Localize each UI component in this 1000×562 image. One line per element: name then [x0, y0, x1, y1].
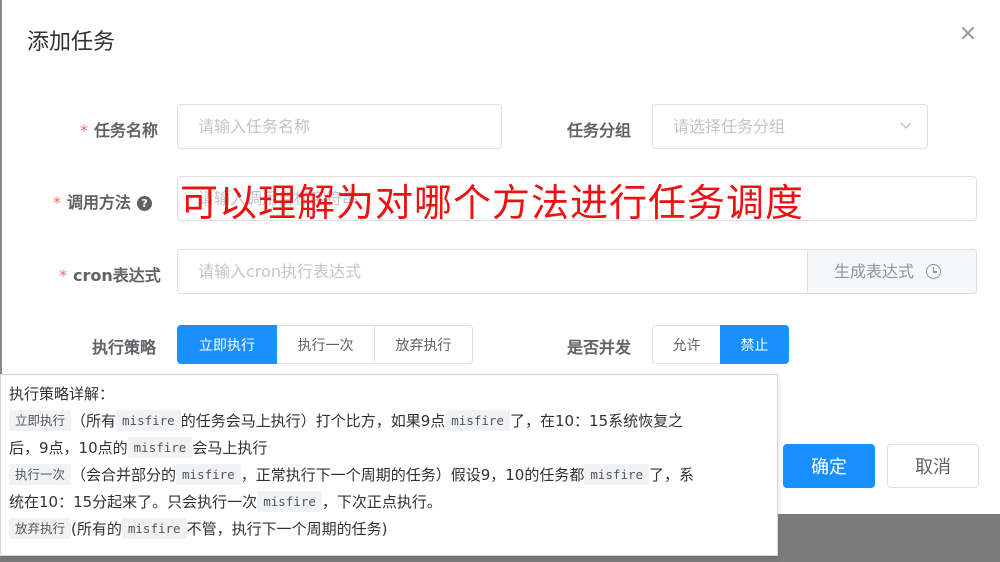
- cron-label: * cron表达式: [59, 266, 161, 285]
- task-name-placeholder: 请输入任务名称: [198, 117, 311, 136]
- generate-expression-button[interactable]: 生成表达式: [807, 250, 976, 293]
- task-name-input[interactable]: 请输入任务名称: [177, 104, 502, 149]
- task-group-placeholder: 请选择任务分组: [673, 117, 786, 136]
- tooltip-line: 放弃执行 (所有的 misfire 不管，执行下一个周期的任务): [9, 516, 769, 543]
- code-tag: misfire: [176, 464, 241, 485]
- close-icon[interactable]: ×: [956, 22, 980, 46]
- tooltip-title: 执行策略详解：: [9, 385, 115, 403]
- task-name-label: * 任务名称: [80, 121, 159, 140]
- tooltip-line: 执行一次 （会合并部分的 misfire ，正常执行下一个周期的任务）假设9，10的任…: [9, 462, 769, 489]
- invoke-method-label: * 调用方法?: [53, 189, 153, 213]
- tooltip-line: 立即执行 （所有 misfire 的任务会马上执行）打个比方，如果9点 misfire 了…: [9, 408, 769, 435]
- concurrent-group: 允许 禁止: [652, 325, 789, 364]
- chevron-down-icon: [900, 122, 912, 130]
- policy-immediate-button[interactable]: 立即执行: [177, 325, 277, 364]
- dialog-title: 添加任务: [27, 30, 116, 55]
- confirm-button[interactable]: 确定: [783, 444, 875, 488]
- misfire-policy-tooltip: 执行策略详解： 立即执行 （所有 misfire 的任务会马上执行）打个比方，如果9点…: [0, 374, 778, 556]
- required-mark: *: [80, 121, 88, 140]
- policy-once-button[interactable]: 执行一次: [276, 325, 375, 364]
- policy-abandon-button[interactable]: 放弃执行: [374, 325, 473, 364]
- code-tag: misfire: [116, 410, 181, 431]
- required-mark: *: [59, 266, 67, 285]
- misfire-policy-label: 执行策略: [92, 338, 157, 357]
- cron-placeholder: 请输入cron执行表达式: [198, 262, 361, 281]
- tooltip-line: 后，9点，10点的 misfire 会马上执行: [9, 437, 268, 458]
- concurrent-label: 是否并发: [567, 338, 632, 357]
- tooltip-line: 统在10：15分起来了。只会执行一次 misfire ，下次正点执行。: [9, 491, 442, 512]
- required-mark: *: [53, 193, 61, 212]
- concurrent-allow-button[interactable]: 允许: [652, 325, 721, 364]
- task-group-label: 任务分组: [567, 121, 632, 140]
- code-tag: misfire: [445, 410, 510, 431]
- code-tag: 放弃执行: [9, 518, 72, 539]
- annotation-text: 可以理解为对哪个方法进行任务调度: [180, 181, 805, 225]
- code-tag: misfire: [121, 518, 187, 539]
- code-tag: misfire: [584, 464, 650, 485]
- question-circle-icon[interactable]: ?: [137, 196, 153, 211]
- cron-input[interactable]: 请输入cron执行表达式 生成表达式: [177, 249, 977, 294]
- concurrent-deny-button[interactable]: 禁止: [720, 325, 789, 364]
- code-tag: misfire: [257, 491, 322, 512]
- misfire-policy-group: 立即执行 执行一次 放弃执行: [177, 325, 473, 364]
- code-tag: 执行一次: [9, 464, 72, 485]
- task-group-select[interactable]: 请选择任务分组: [652, 104, 928, 149]
- code-tag: 立即执行: [9, 410, 72, 431]
- code-tag: misfire: [127, 437, 193, 458]
- cancel-button[interactable]: 取消: [887, 444, 979, 488]
- clock-icon: [926, 264, 942, 279]
